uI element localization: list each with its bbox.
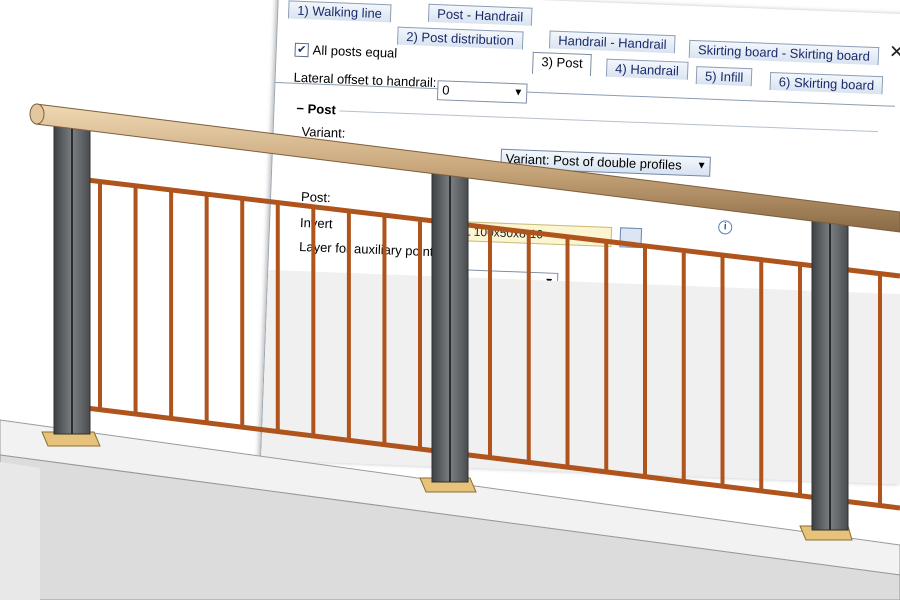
post-middle: [419, 167, 477, 493]
railing-3d-view[interactable]: [0, 0, 900, 600]
post-left: [41, 121, 101, 447]
